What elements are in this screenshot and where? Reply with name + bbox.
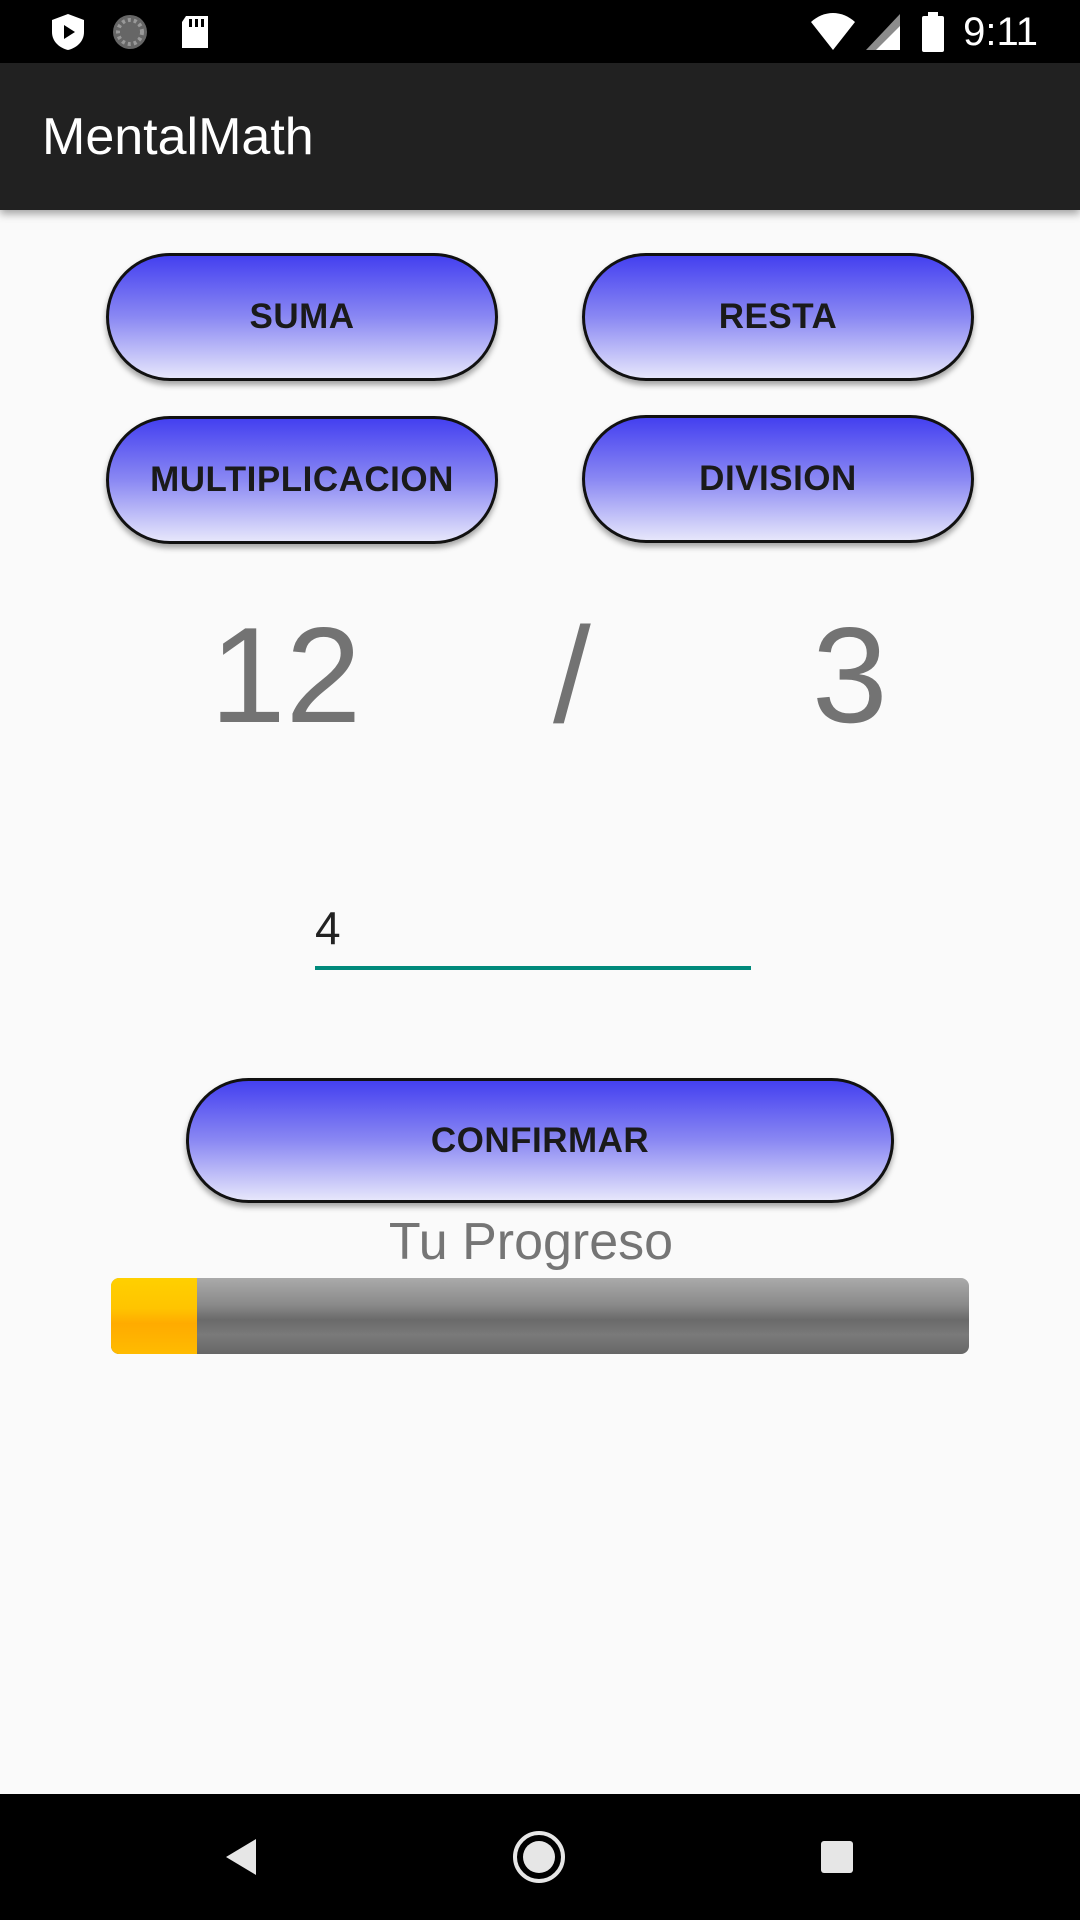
confirm-button[interactable]: CONFIRMAR xyxy=(186,1078,894,1203)
signal-icon xyxy=(866,14,900,50)
recents-icon[interactable] xyxy=(805,1825,869,1889)
app-title: MentalMath xyxy=(42,108,314,166)
sync-icon xyxy=(113,15,147,49)
operator-symbol: / xyxy=(553,599,591,751)
suma-button[interactable]: SUMA xyxy=(106,253,498,381)
screen: 9:11 MentalMath SUMA RESTA MULTIPLICACIO… xyxy=(0,0,1080,1920)
status-bar: 9:11 xyxy=(0,0,1080,63)
progress-fill xyxy=(111,1278,197,1354)
division-button[interactable]: DIVISION xyxy=(582,415,974,543)
back-icon[interactable] xyxy=(210,1825,274,1889)
resta-button[interactable]: RESTA xyxy=(582,253,974,381)
operand-a: 12 xyxy=(210,599,362,751)
progress-bar xyxy=(111,1278,969,1354)
sd-card-icon xyxy=(182,16,208,48)
operand-b: 3 xyxy=(812,599,888,751)
answer-input[interactable] xyxy=(315,898,751,970)
clock: 9:11 xyxy=(963,10,1038,54)
shield-play-icon xyxy=(52,14,84,50)
progress-label: Tu Progreso xyxy=(388,1213,674,1271)
multiplicacion-button[interactable]: MULTIPLICACION xyxy=(106,416,498,544)
home-icon[interactable] xyxy=(507,1825,571,1889)
app-bar: MentalMath xyxy=(0,63,1080,210)
wifi-icon xyxy=(811,13,855,50)
battery-icon xyxy=(922,12,944,52)
navigation-bar xyxy=(0,1794,1080,1920)
